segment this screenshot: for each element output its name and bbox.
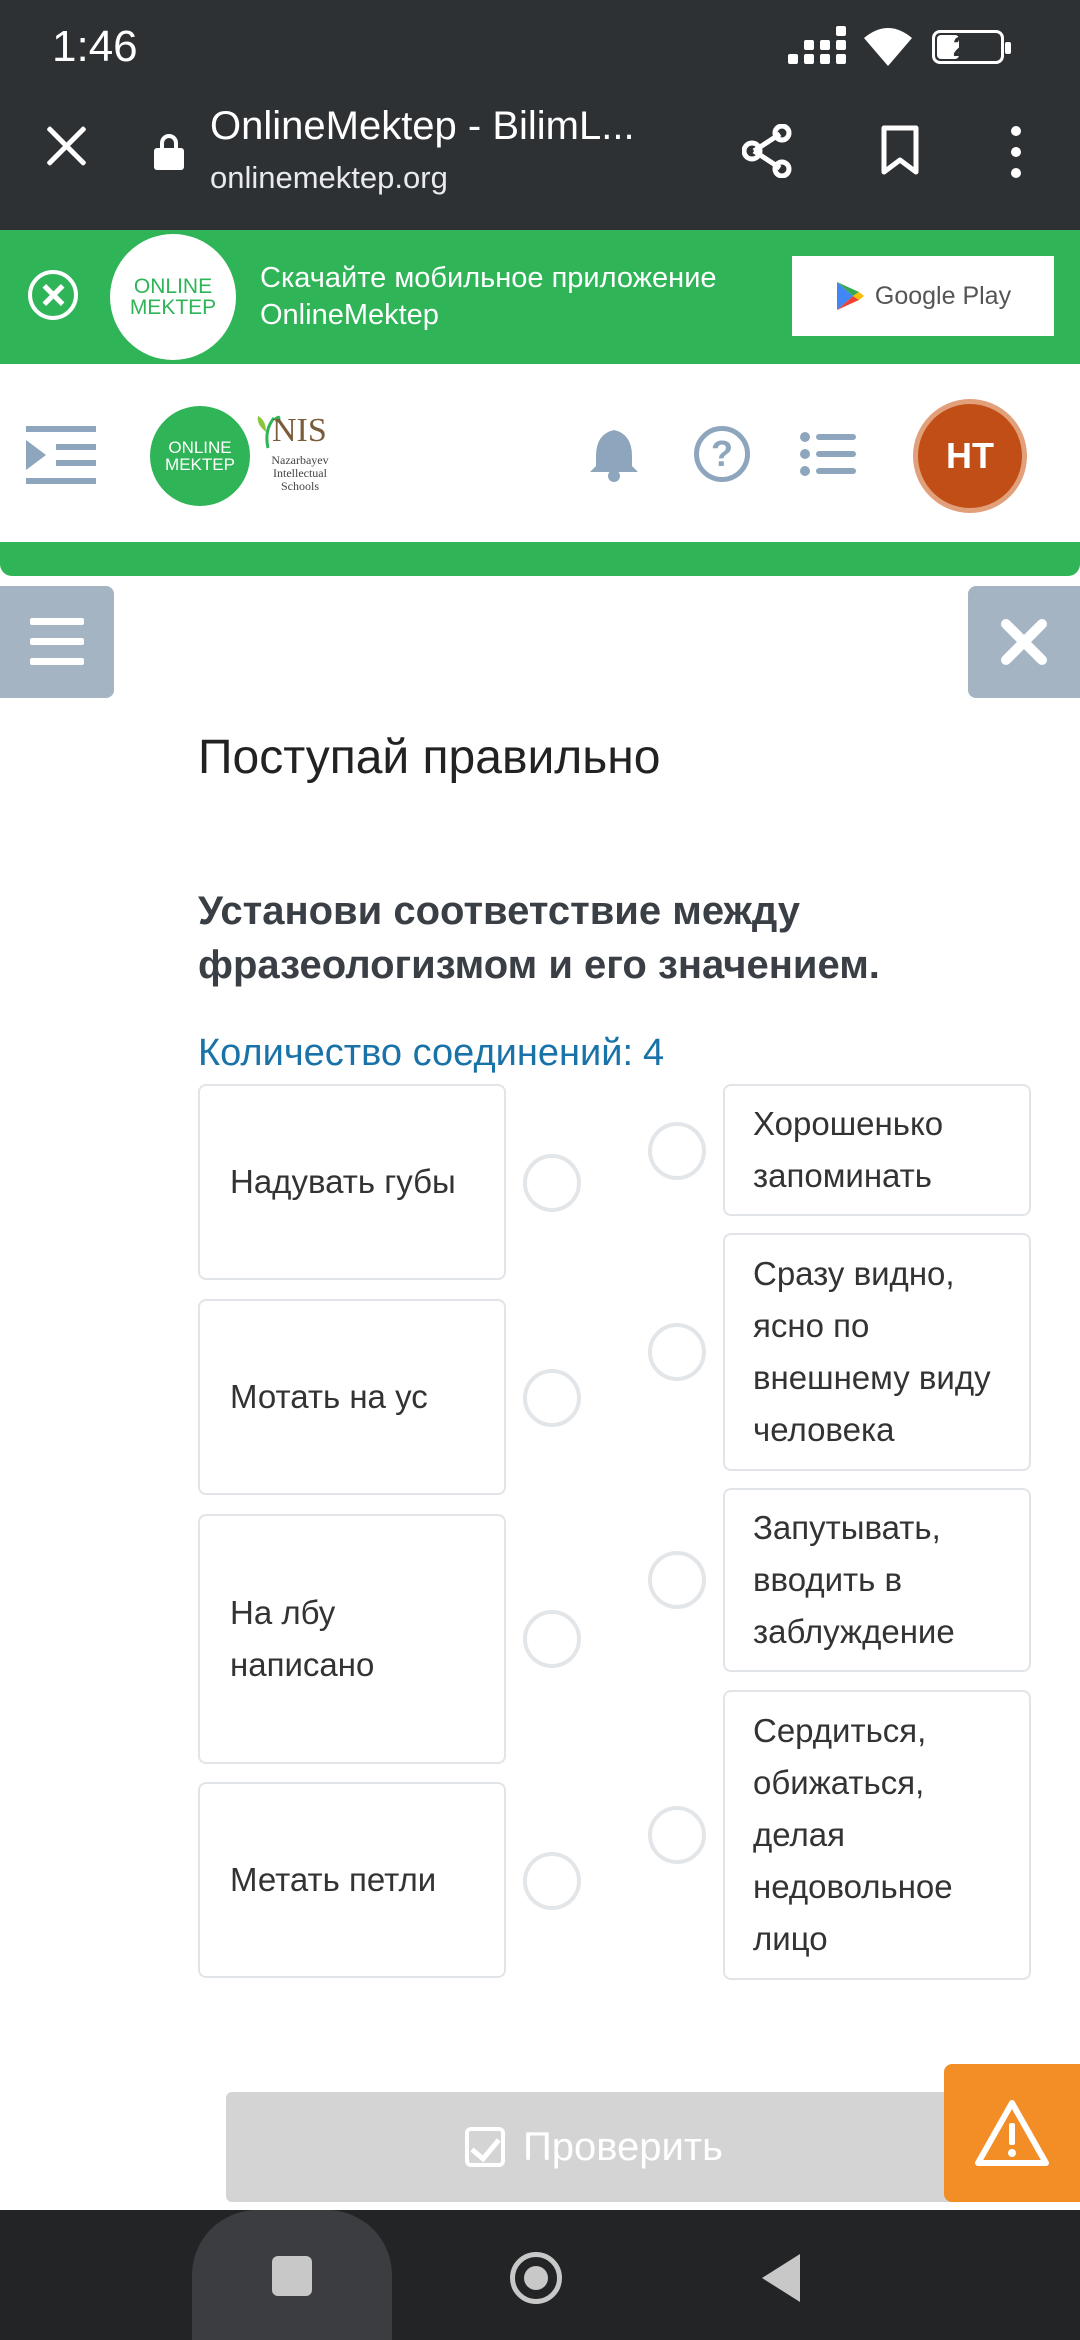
- hamburger-icon: [30, 618, 84, 665]
- status-time: 1:46: [52, 22, 138, 71]
- left-item-label: Метать петли: [230, 1861, 437, 1898]
- header-accent-bar: [0, 542, 1080, 576]
- header-onlinemektep-logo[interactable]: ONLINE MEKTEP: [150, 406, 250, 506]
- header-logo-line1: ONLINE: [168, 438, 232, 457]
- help-icon[interactable]: ?: [694, 426, 750, 482]
- bookmark-icon[interactable]: [880, 124, 920, 176]
- site-header: ONLINE MEKTEP NIS Nazarbayev Intellectua…: [0, 364, 1080, 544]
- list-icon[interactable]: [800, 432, 856, 476]
- left-connector-radio[interactable]: [523, 1154, 581, 1212]
- left-item[interactable]: Надувать губы: [198, 1084, 506, 1280]
- battery-level: 27: [953, 31, 985, 62]
- nis-sub-line3: Schools: [280, 479, 319, 493]
- check-button-label: Проверить: [522, 2124, 724, 2169]
- page-title-bar[interactable]: OnlineMektep - BilimL...: [210, 104, 635, 149]
- header-logo-line2: MEKTEP: [165, 455, 235, 474]
- right-connector-radio[interactable]: [648, 1551, 706, 1609]
- lesson-menu-button[interactable]: [0, 586, 114, 698]
- home-icon[interactable]: [510, 2252, 562, 2304]
- lock-icon[interactable]: [154, 134, 184, 170]
- google-play-button[interactable]: Google Play: [792, 256, 1054, 336]
- onlinemektep-logo: ONLINE MEKTEP: [110, 234, 236, 360]
- left-item[interactable]: На лбу написано: [198, 1514, 506, 1764]
- right-item-label: Запутывать, вводить в заблуждение: [753, 1509, 955, 1650]
- recents-icon[interactable]: [272, 2256, 312, 2296]
- logo-line1: ONLINE: [133, 275, 213, 298]
- battery-icon: 27: [932, 30, 1011, 64]
- banner-text-line1: Скачайте мобильное приложение: [260, 262, 717, 294]
- signal-icon: [788, 26, 846, 68]
- banner-text-line2: OnlineMektep: [260, 299, 439, 331]
- connections-count: Количество соединений: 4: [198, 1032, 664, 1075]
- left-connector-radio[interactable]: [523, 1852, 581, 1910]
- google-play-icon: [836, 282, 864, 310]
- task-question: Установи соответствие между фразеологизм…: [198, 889, 880, 987]
- left-connector-radio[interactable]: [523, 1610, 581, 1668]
- share-icon[interactable]: [742, 124, 792, 178]
- close-lesson-button[interactable]: [968, 586, 1080, 698]
- right-item[interactable]: Сердиться, обижаться, делая недовольное …: [723, 1690, 1031, 1980]
- browser-toolbar: 1:46 27 OnlineMektep - BilimL... onlinem…: [0, 0, 1080, 230]
- banner-close-icon[interactable]: [28, 270, 78, 320]
- url-text[interactable]: onlinemektep.org: [210, 160, 448, 196]
- google-play-label: Google Play: [874, 281, 1012, 310]
- checkbox-icon: [464, 2127, 505, 2167]
- user-avatar[interactable]: НТ: [918, 404, 1022, 508]
- system-navigation-bar: [0, 2210, 1080, 2340]
- bell-icon[interactable]: [588, 426, 640, 484]
- right-item-label: Хорошенько запоминать: [753, 1105, 944, 1194]
- right-item[interactable]: Запутывать, вводить в заблуждение: [723, 1488, 1031, 1672]
- left-connector-radio[interactable]: [523, 1369, 581, 1427]
- right-item-label: Сразу видно, ясно по внешнему виду челов…: [753, 1255, 991, 1448]
- left-item-label: Надувать губы: [230, 1163, 456, 1200]
- more-menu-icon[interactable]: [1006, 124, 1026, 180]
- app-download-banner: ONLINE MEKTEP Скачайте мобильное приложе…: [0, 230, 1080, 364]
- left-item[interactable]: Мотать на ус: [198, 1299, 506, 1495]
- right-item[interactable]: Сразу видно, ясно по внешнему виду челов…: [723, 1233, 1031, 1471]
- nis-logo: NIS Nazarbayev Intellectual Schools: [254, 408, 344, 508]
- left-item-label: Мотать на ус: [230, 1378, 428, 1415]
- lesson-title: Поступай правильно: [198, 731, 661, 784]
- back-icon[interactable]: [762, 2254, 800, 2302]
- right-item[interactable]: Хорошенько запоминать: [723, 1084, 1031, 1216]
- right-connector-radio[interactable]: [648, 1806, 706, 1864]
- nis-subtitle: Nazarbayev Intellectual Schools: [270, 454, 330, 493]
- connections-label: Количество соединений:: [198, 1032, 633, 1074]
- check-button[interactable]: Проверить: [226, 2092, 962, 2202]
- close-icon: [1001, 619, 1047, 665]
- close-tab-icon[interactable]: [40, 120, 92, 172]
- wifi-icon: [864, 28, 912, 66]
- banner-text: Скачайте мобильное приложение OnlineMekt…: [260, 260, 717, 334]
- logo-line2: MEKTEP: [129, 296, 217, 319]
- nis-letters: NIS: [272, 412, 327, 449]
- left-item-label: На лбу написано: [230, 1594, 375, 1683]
- connections-value: 4: [643, 1032, 665, 1074]
- right-connector-radio[interactable]: [648, 1323, 706, 1381]
- right-item-label: Сердиться, обижаться, делая недовольное …: [753, 1712, 953, 1957]
- warning-icon: [975, 2100, 1049, 2166]
- menu-indent-icon[interactable]: [26, 424, 96, 486]
- right-connector-radio[interactable]: [648, 1122, 706, 1180]
- left-item[interactable]: Метать петли: [198, 1782, 506, 1978]
- report-problem-button[interactable]: [944, 2064, 1080, 2202]
